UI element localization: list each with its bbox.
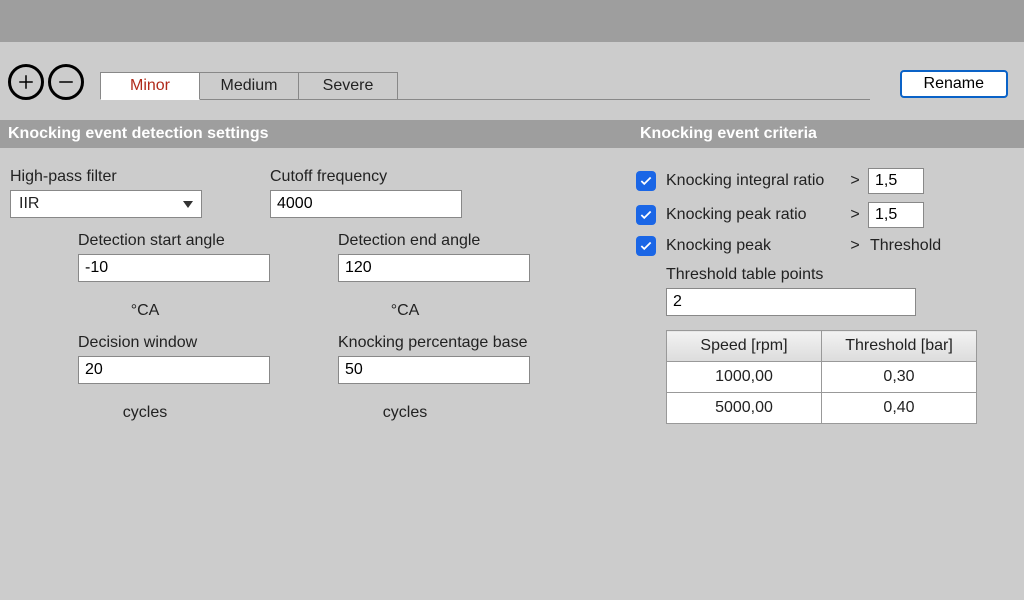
knocking-peak-label: Knocking peak xyxy=(666,237,846,255)
section-header-bar: Knocking event detection settings Knocki… xyxy=(0,120,1024,148)
knocking-peak-ratio-input[interactable] xyxy=(868,202,924,228)
plus-icon xyxy=(17,73,35,91)
table-row[interactable]: 5000,00 0,40 xyxy=(667,393,977,424)
knocking-integral-ratio-checkbox[interactable] xyxy=(636,171,656,191)
rename-button[interactable]: Rename xyxy=(900,70,1008,98)
threshold-table: Speed [rpm] Threshold [bar] 1000,00 0,30… xyxy=(666,330,977,424)
gt-symbol-1: > xyxy=(846,172,864,190)
decision-window-input[interactable] xyxy=(78,356,270,384)
angle-unit-1: °CA xyxy=(131,302,160,320)
detection-end-angle-input[interactable] xyxy=(338,254,530,282)
section-title-detection: Knocking event detection settings xyxy=(0,125,636,143)
threshold-word: Threshold xyxy=(870,237,941,255)
high-pass-filter-label: High-pass filter xyxy=(10,168,270,186)
knocking-integral-ratio-label: Knocking integral ratio xyxy=(666,172,846,190)
cycles-unit-1: cycles xyxy=(123,404,167,422)
gt-symbol-3: > xyxy=(846,237,864,255)
tab-medium[interactable]: Medium xyxy=(199,72,299,100)
cutoff-frequency-label: Cutoff frequency xyxy=(270,168,530,186)
cutoff-frequency-input[interactable] xyxy=(270,190,462,218)
knocking-percentage-base-input[interactable] xyxy=(338,356,530,384)
tab-minor[interactable]: Minor xyxy=(100,72,200,100)
decision-window-label: Decision window xyxy=(78,334,270,352)
detection-start-angle-input[interactable] xyxy=(78,254,270,282)
threshold-cell-speed-1[interactable]: 5000,00 xyxy=(667,393,822,424)
angle-unit-2: °CA xyxy=(391,302,420,320)
threshold-table-points-input[interactable] xyxy=(666,288,916,316)
knocking-peak-ratio-label: Knocking peak ratio xyxy=(666,206,846,224)
cycles-unit-2: cycles xyxy=(383,404,427,422)
tabs-row: Minor Medium Severe Rename xyxy=(0,64,1024,100)
detection-settings-panel: High-pass filter IIR Cutoff frequency De… xyxy=(0,168,636,436)
tab-baseline xyxy=(397,98,870,100)
knocking-percentage-base-label: Knocking percentage base xyxy=(338,334,530,352)
add-tab-button[interactable] xyxy=(8,64,44,100)
knocking-peak-ratio-checkbox[interactable] xyxy=(636,205,656,225)
table-row[interactable]: 1000,00 0,30 xyxy=(667,362,977,393)
tab-severe[interactable]: Severe xyxy=(298,72,398,100)
knocking-integral-ratio-input[interactable] xyxy=(868,168,924,194)
remove-tab-button[interactable] xyxy=(48,64,84,100)
threshold-cell-thresh-1[interactable]: 0,40 xyxy=(822,393,977,424)
threshold-table-header-speed: Speed [rpm] xyxy=(667,331,822,362)
section-title-criteria: Knocking event criteria xyxy=(636,125,1024,143)
threshold-table-points-label: Threshold table points xyxy=(666,266,1016,284)
gt-symbol-2: > xyxy=(846,206,864,224)
detection-end-angle-label: Detection end angle xyxy=(338,232,530,250)
high-pass-filter-value: IIR xyxy=(19,195,39,213)
minus-icon xyxy=(57,73,75,91)
check-icon xyxy=(639,239,653,253)
check-icon xyxy=(639,174,653,188)
threshold-table-header-threshold: Threshold [bar] xyxy=(822,331,977,362)
threshold-cell-thresh-0[interactable]: 0,30 xyxy=(822,362,977,393)
criteria-panel: Knocking integral ratio > Knocking peak … xyxy=(636,168,1024,436)
threshold-cell-speed-0[interactable]: 1000,00 xyxy=(667,362,822,393)
detection-start-angle-label: Detection start angle xyxy=(78,232,270,250)
check-icon xyxy=(639,208,653,222)
app-top-bar xyxy=(0,0,1024,42)
chevron-down-icon xyxy=(183,201,193,208)
knocking-peak-checkbox[interactable] xyxy=(636,236,656,256)
high-pass-filter-select[interactable]: IIR xyxy=(10,190,202,218)
